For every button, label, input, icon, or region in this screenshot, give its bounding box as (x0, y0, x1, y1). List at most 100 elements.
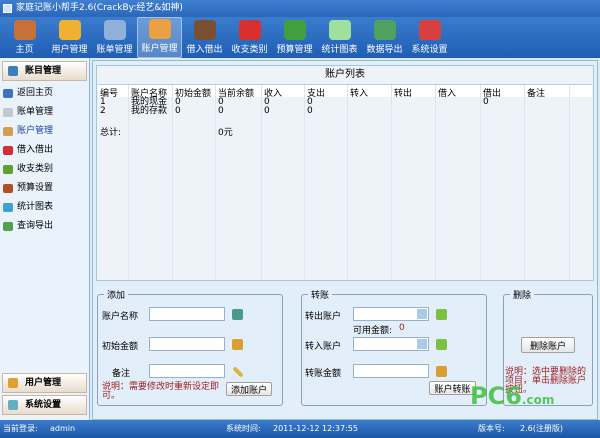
from-account-label: 转出账户 (305, 312, 342, 322)
sidebar-item-4[interactable]: 收支类别 (0, 160, 89, 179)
sidebar-item-icon (3, 127, 13, 136)
account-table[interactable]: 编号 账户名称 初始金额 当前余额 收入 支出 转入 转出 借入 借出 备注 1 我的现金 0 0 0 0 0 2 我… (98, 84, 592, 280)
toolbar-icon (418, 20, 441, 40)
arrow-down-icon (436, 309, 447, 320)
toolbar-icon (193, 20, 216, 40)
sidebar-item-icon (3, 222, 13, 231)
toolbar-icon (328, 20, 351, 40)
toolbar-button-2[interactable]: 账单管理 (92, 17, 137, 58)
transfer-button[interactable]: 账户转账 (429, 381, 476, 395)
table-cell[interactable]: 0 (307, 107, 313, 116)
note-input[interactable] (149, 364, 225, 378)
column-divider (304, 85, 305, 280)
sidebar-items: 返回主页 账单管理账户管理借入借出收支类别预算设置统计图表查询导出 (0, 84, 89, 236)
initial-amount-label: 初始金额 (102, 342, 139, 352)
toolbar-button-1[interactable]: 用户管理 (47, 17, 92, 58)
total-value: 0元 (218, 128, 233, 138)
sidebar-header-account[interactable]: 账目管理 (2, 61, 87, 81)
main-panel: 账户列表 编号 账户名称 初始金额 当前余额 收入 支出 转入 转出 借入 借出 备注 1 我的现金 0 0… (92, 60, 598, 420)
to-account-select[interactable] (353, 337, 429, 351)
toolbar-button-8[interactable]: 数据导出 (362, 17, 407, 58)
toolbar-label: 借入借出 (186, 45, 223, 55)
sidebar-item-icon (3, 184, 13, 193)
sidebar-item-5[interactable]: 预算设置 (0, 179, 89, 198)
toolbar-button-5[interactable]: 收支类别 (227, 17, 272, 58)
column-header[interactable]: 转出 (394, 86, 412, 99)
version-value: 2.6(注册版) (520, 424, 563, 433)
sidebar-item-icon (3, 89, 13, 98)
toolbar-button-6[interactable]: 预算管理 (272, 17, 317, 58)
sidebar-item-0[interactable]: 返回主页 (0, 84, 89, 103)
toolbar-button-0[interactable]: 主页 (2, 17, 47, 58)
table-cell[interactable]: 我的存款 (131, 107, 167, 116)
toolbar-label: 统计图表 (321, 45, 358, 55)
transfer-amount-input[interactable] (353, 364, 429, 378)
sidebar-item-7[interactable]: 查询导出 (0, 217, 89, 236)
toolbar: 主页 用户管理 账单管理 账户管理 借入借出 收支类别 预算管理 统计图表 数据导出 系统设置 (0, 17, 600, 58)
chevron-down-icon (417, 339, 427, 349)
column-divider (569, 85, 570, 280)
sidebar-item-6[interactable]: 统计图表 (0, 198, 89, 217)
add-group: 添加 账户名称 初始金额 备注 说明：需要修改时重新设定即可。 添加账户 (97, 288, 283, 406)
table-cell[interactable]: 0 (218, 107, 224, 116)
sidebar-item-label: 借入借出 (17, 145, 54, 155)
available-amount-label: 可用金额: (353, 326, 393, 336)
users-icon (8, 378, 18, 388)
toolbar-icon (148, 19, 171, 39)
column-divider (261, 85, 262, 280)
account-name-input[interactable] (149, 307, 225, 321)
status-bar: 当前登录: admin 系统时间: 2011-12-12 12:37:55 版本… (0, 420, 600, 438)
initial-amount-input[interactable] (149, 337, 225, 351)
toolbar-button-7[interactable]: 统计图表 (317, 17, 362, 58)
transfer-amount-label: 转账金额 (305, 369, 342, 379)
sidebar-item-icon (3, 146, 13, 155)
sidebar-item-label: 账户管理 (17, 126, 54, 136)
sidebar-header-users[interactable]: 用户管理 (2, 373, 87, 393)
toolbar-button-3[interactable]: 账户管理 (137, 17, 182, 58)
sidebar-item-2[interactable]: 账户管理 (0, 122, 89, 141)
add-account-button[interactable]: 添加账户 (226, 382, 272, 396)
toolbar-label: 系统设置 (411, 45, 448, 55)
time-label: 系统时间: (226, 424, 261, 433)
column-header[interactable]: 借入 (438, 86, 456, 99)
add-group-title: 添加 (104, 288, 129, 301)
from-account-select[interactable] (353, 307, 429, 321)
delete-account-button[interactable]: 删除账户 (521, 337, 575, 353)
toolbar-label: 收支类别 (231, 45, 268, 55)
toolbar-label: 主页 (15, 45, 34, 55)
sidebar-item-label: 统计图表 (17, 202, 54, 212)
sidebar-item-label: 预算设置 (17, 183, 54, 193)
sidebar-item-3[interactable]: 借入借出 (0, 141, 89, 160)
sidebar-header-settings[interactable]: 系统设置 (2, 395, 87, 415)
monitor-icon (232, 309, 243, 320)
note-label: 备注 (112, 369, 131, 379)
sidebar-item-1[interactable]: 账单管理 (0, 103, 89, 122)
ledger-icon (8, 66, 18, 76)
column-divider (524, 85, 525, 280)
toolbar-icon (103, 20, 126, 40)
toolbar-button-9[interactable]: 系统设置 (407, 17, 452, 58)
table-cell[interactable]: 0 (264, 107, 270, 116)
pencil-icon (232, 366, 244, 378)
toolbar-label: 用户管理 (51, 45, 88, 55)
sidebar-item-label: 查询导出 (17, 221, 54, 231)
table-cell[interactable]: 0 (483, 98, 489, 107)
sidebar: 账目管理 返回主页 账单管理账户管理借入借出收支类别预算设置统计图表查询导出 用户… (0, 58, 90, 420)
toolbar-button-4[interactable]: 借入借出 (182, 17, 227, 58)
toolbar-icon (373, 20, 396, 40)
table-cell[interactable]: 2 (100, 107, 106, 116)
table-cell[interactable]: 0 (175, 107, 181, 116)
column-header[interactable]: 备注 (527, 86, 545, 99)
sidebar-item-icon (3, 165, 13, 174)
column-header[interactable]: 转入 (350, 86, 368, 99)
column-divider (435, 85, 436, 280)
available-amount-value: 0 (399, 323, 405, 333)
transfer-group-title: 转账 (308, 288, 333, 301)
toolbar-label: 账单管理 (96, 45, 133, 55)
account-list-panel: 账户列表 编号 账户名称 初始金额 当前余额 收入 支出 转入 转出 借入 借出 备注 1 我的现金 0 0… (96, 65, 594, 281)
toolbar-icon (58, 20, 81, 40)
watermark-logo: PC6.com (470, 382, 555, 410)
settings-icon (8, 400, 18, 410)
column-divider (347, 85, 348, 280)
transfer-group: 转账 转出账户 可用金额: 0 转入账户 转账金额 账户转账 (301, 288, 487, 406)
